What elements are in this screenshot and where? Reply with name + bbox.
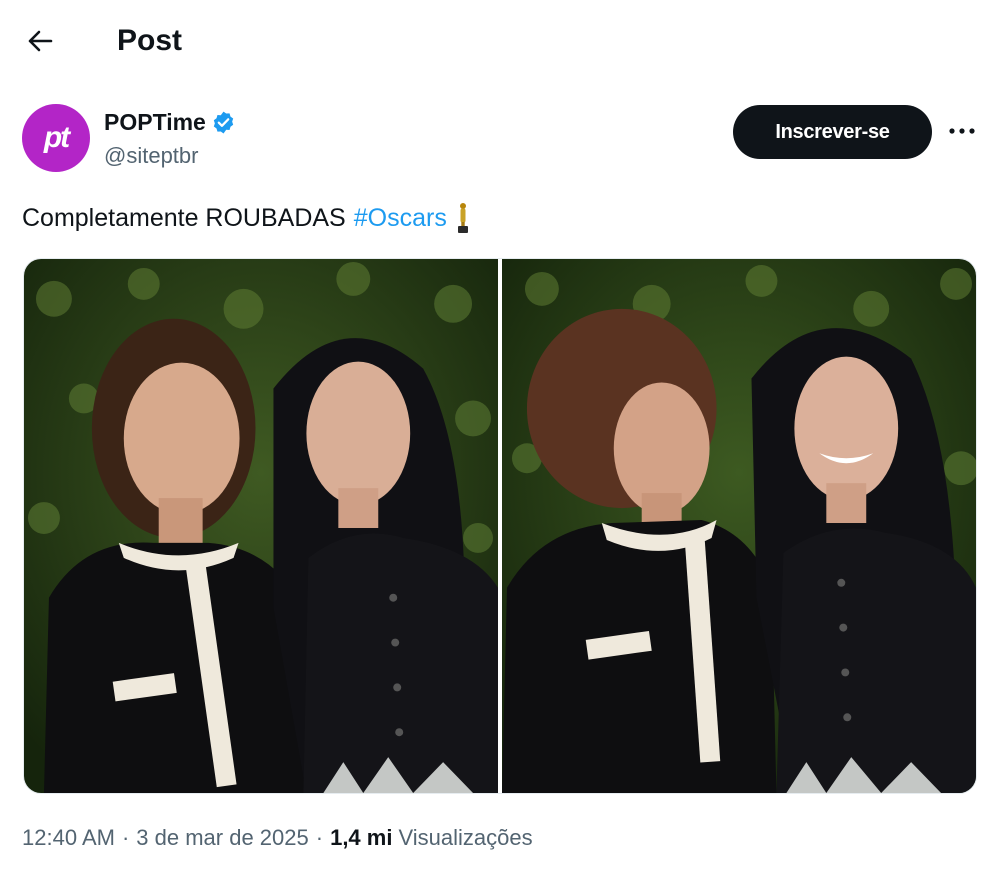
subscribe-button[interactable]: Inscrever-se: [733, 105, 932, 159]
meta-separator-1: ·: [121, 825, 130, 850]
photo-1[interactable]: [24, 259, 498, 793]
photo-1-image: [24, 259, 498, 793]
post-time[interactable]: 12:40 AM: [22, 825, 115, 850]
author-name[interactable]: POPTime: [104, 107, 206, 137]
meta-separator-2: ·: [315, 825, 324, 850]
arrow-left-icon: [28, 30, 53, 52]
media-gallery: [23, 258, 977, 794]
top-bar: Post: [0, 0, 1000, 82]
tweet-text: Completamente ROUBADAS #Oscars: [22, 200, 471, 236]
author-name-row: POPTime: [104, 106, 236, 138]
page-title: Post: [117, 24, 183, 57]
oscar-trophy-icon: [457, 203, 468, 233]
tweet-body: Completamente ROUBADAS: [22, 204, 346, 232]
author-avatar[interactable]: pt: [22, 104, 90, 172]
author-handle[interactable]: @siteptbr: [104, 142, 198, 170]
post-metadata: 12:40 AM · 3 de mar de 2025 · 1,4 mi Visualiz…: [22, 822, 533, 854]
avatar-logo-text: pt: [43, 121, 70, 154]
back-button[interactable]: [20, 22, 60, 60]
hashtag-link[interactable]: #Oscars: [354, 200, 447, 236]
photo-2-image: [502, 259, 976, 793]
photo-2[interactable]: [502, 259, 976, 793]
post-date[interactable]: 3 de mar de 2025: [136, 825, 308, 850]
views-label: Visualizações: [398, 825, 533, 850]
views-count: 1,4 mi: [330, 825, 393, 850]
more-horizontal-icon: [949, 128, 975, 134]
verified-badge-icon: [213, 111, 234, 133]
more-options-button[interactable]: [945, 116, 979, 146]
